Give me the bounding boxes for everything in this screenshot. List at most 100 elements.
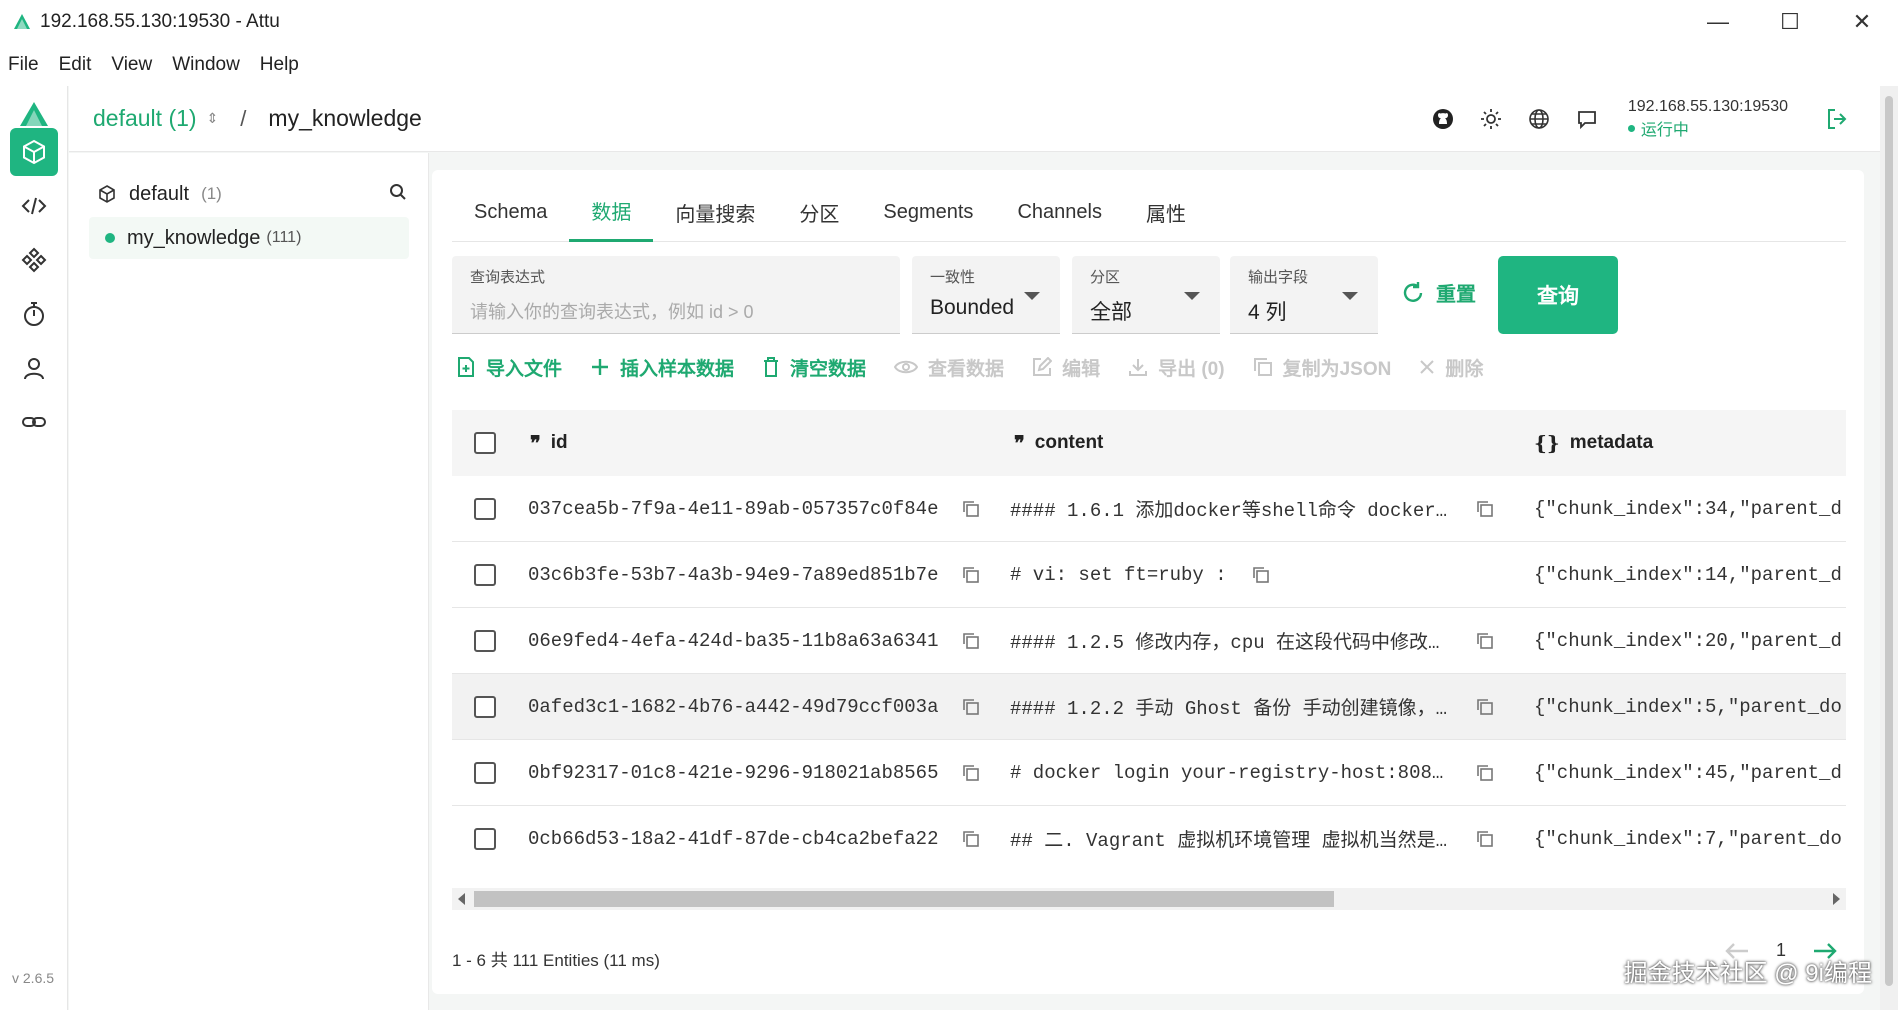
select-all-checkbox[interactable] — [474, 432, 496, 454]
file-add-icon — [458, 357, 474, 377]
collection-tree-item[interactable]: my_knowledge (111) — [89, 217, 409, 259]
logout-icon[interactable] — [1824, 106, 1850, 132]
column-header-content-label: content — [1034, 432, 1104, 453]
copy-icon[interactable] — [962, 632, 980, 650]
copy-icon[interactable] — [962, 764, 980, 782]
edit-button[interactable]: 编辑 — [1032, 354, 1100, 381]
query-expression-placeholder[interactable]: 请输入你的查询表达式，例如 id > 0 — [470, 298, 754, 324]
chevron-updown-icon[interactable]: ⇕ — [207, 110, 219, 127]
tab-properties[interactable]: 属性 — [1124, 182, 1208, 242]
row-checkbox[interactable] — [474, 827, 496, 850]
nav-users[interactable] — [10, 344, 58, 392]
database-count: (1) — [201, 184, 222, 203]
copy-icon[interactable] — [962, 500, 980, 518]
column-header-id[interactable]: ❞ id — [530, 431, 568, 455]
empty-data-button[interactable]: 清空数据 — [762, 354, 866, 381]
output-fields-select[interactable]: 输出字段 4 列 — [1230, 256, 1378, 334]
scroll-right-arrow-icon[interactable] — [1833, 893, 1840, 905]
menu-edit[interactable]: Edit — [59, 54, 92, 76]
row-checkbox[interactable] — [474, 629, 496, 652]
table-row[interactable]: 03c6b3fe-53b7-4a3b-94e9-7a89ed851b7e # v… — [452, 542, 1846, 608]
github-icon[interactable] — [1430, 106, 1456, 132]
copy-icon[interactable] — [962, 566, 980, 584]
output-fields-label: 输出字段 — [1248, 269, 1309, 286]
search-icon[interactable] — [389, 183, 407, 201]
cell-id: 0afed3c1-1682-4b76-a442-49d79ccf003a — [528, 695, 939, 718]
tab-partitions[interactable]: 分区 — [777, 182, 861, 242]
dropdown-caret-icon — [1024, 292, 1040, 300]
window-scrollbar[interactable] — [1880, 86, 1898, 1010]
copy-icon[interactable] — [1476, 698, 1494, 716]
table-horizontal-scrollbar[interactable] — [452, 888, 1846, 910]
table-row[interactable]: 037cea5b-7f9a-4e11-89ab-057357c0f84e ###… — [452, 476, 1846, 542]
consistency-select[interactable]: 一致性 Bounded — [912, 256, 1060, 334]
copy-icon[interactable] — [1476, 764, 1494, 782]
row-checkbox[interactable] — [474, 761, 496, 784]
table-row[interactable]: 0cb66d53-18a2-41df-87de-cb4ca2befa22 ## … — [452, 806, 1846, 870]
copy-icon[interactable] — [962, 698, 980, 716]
connection-info: 192.168.55.130:19530 运行中 — [1627, 98, 1788, 140]
edit-icon — [1033, 357, 1053, 376]
output-fields-value: 4 列 — [1248, 301, 1287, 324]
loaded-status-dot — [105, 233, 115, 243]
scrollbar-thumb[interactable] — [1885, 96, 1893, 986]
close-button[interactable]: ✕ — [1826, 0, 1898, 44]
dropdown-caret-icon — [1342, 292, 1358, 300]
database-tree-item[interactable]: default (1) — [97, 179, 407, 209]
connection-address: 192.168.55.130:19530 — [1627, 98, 1788, 115]
scrollbar-thumb[interactable] — [474, 891, 1334, 907]
menu-window[interactable]: Window — [172, 54, 240, 76]
table-row[interactable]: 0afed3c1-1682-4b76-a442-49d79ccf003a ###… — [452, 674, 1846, 740]
nav-segments[interactable] — [10, 236, 58, 284]
scroll-left-arrow-icon[interactable] — [458, 893, 465, 905]
tab-bar: Schema 数据 向量搜索 分区 Segments Channels 属性 — [452, 182, 1846, 242]
partition-select[interactable]: 分区 全部 — [1072, 256, 1220, 334]
tab-channels[interactable]: Channels — [995, 182, 1124, 242]
dropdown-caret-icon — [1184, 292, 1200, 300]
menu-help[interactable]: Help — [260, 54, 299, 76]
copy-icon[interactable] — [1476, 500, 1494, 518]
theme-sun-icon[interactable] — [1478, 106, 1504, 132]
nav-collections[interactable] — [10, 128, 58, 176]
table-row[interactable]: 06e9fed4-4efa-424d-ba35-11b8a63a6341 ###… — [452, 608, 1846, 674]
query-expression-field[interactable]: 查询表达式 请输入你的查询表达式，例如 id > 0 — [452, 256, 900, 334]
column-header-content[interactable]: ❞ content — [1014, 431, 1103, 455]
row-checkbox[interactable] — [474, 497, 496, 520]
copy-json-button[interactable]: 复制为JSON — [1253, 354, 1391, 381]
tab-schema[interactable]: Schema — [452, 182, 569, 242]
cell-content: #### 1.2.5 修改内存，cpu 在这段代码中修改… — [1010, 632, 1440, 654]
cell-content: ## 二. Vagrant 虚拟机环境管理 虚拟机当然是… — [1010, 830, 1448, 852]
import-file-button[interactable]: 导入文件 — [456, 354, 562, 381]
menu-file[interactable]: File — [8, 54, 39, 76]
view-data-button[interactable]: 查看数据 — [894, 354, 1004, 381]
column-header-metadata-label: metadata — [1569, 432, 1654, 453]
copy-icon[interactable] — [962, 830, 980, 848]
row-checkbox[interactable] — [474, 695, 496, 718]
menu-view[interactable]: View — [111, 54, 152, 76]
nav-links[interactable] — [10, 398, 58, 446]
tab-vector-search[interactable]: 向量搜索 — [653, 182, 777, 242]
insert-sample-button[interactable]: 插入样本数据 — [590, 354, 734, 381]
breadcrumb-database[interactable]: default (1) — [93, 105, 197, 132]
stopwatch-icon — [24, 302, 44, 326]
copy-icon[interactable] — [1476, 632, 1494, 650]
delete-button[interactable]: 删除 — [1419, 354, 1483, 381]
minimize-button[interactable]: — — [1682, 0, 1754, 44]
tab-data[interactable]: 数据 — [569, 182, 654, 242]
tab-segments[interactable]: Segments — [861, 182, 995, 242]
copy-icon[interactable] — [1476, 830, 1494, 848]
language-globe-icon[interactable] — [1526, 106, 1552, 132]
nav-code[interactable] — [10, 182, 58, 230]
export-button[interactable]: 导出 (0) — [1128, 354, 1225, 381]
copy-icon[interactable] — [1252, 566, 1270, 584]
import-file-label: 导入文件 — [486, 358, 563, 380]
cell-id: 0bf92317-01c8-421e-9296-918021ab8565 — [528, 761, 939, 784]
row-checkbox[interactable] — [474, 563, 496, 586]
table-row[interactable]: 0bf92317-01c8-421e-9296-918021ab8565 # d… — [452, 740, 1846, 806]
feedback-chat-icon[interactable] — [1574, 106, 1600, 132]
column-header-metadata[interactable]: {} metadata — [1534, 431, 1653, 455]
nav-timer[interactable] — [10, 290, 58, 338]
reset-button[interactable]: 重置 — [1400, 278, 1476, 307]
query-button[interactable]: 查询 — [1498, 256, 1618, 334]
maximize-button[interactable]: ☐ — [1754, 0, 1826, 44]
